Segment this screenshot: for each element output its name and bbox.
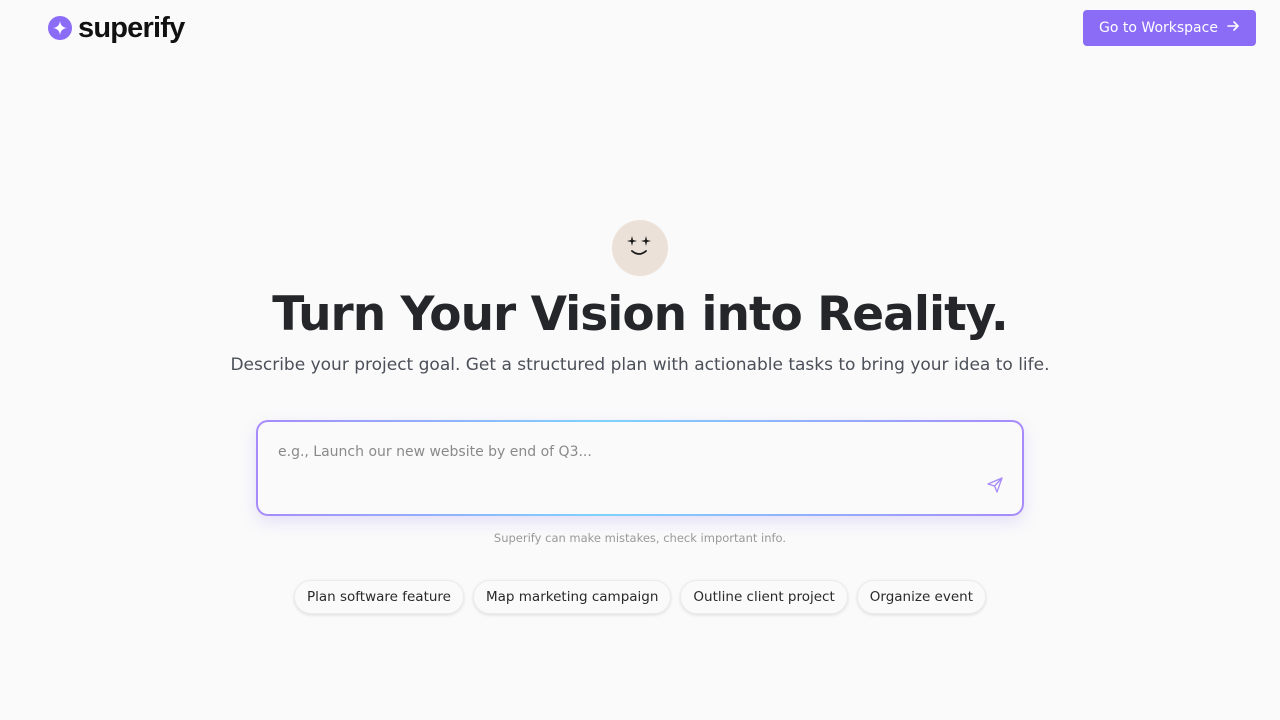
disclaimer-text: Superify can make mistakes, check import… (493, 531, 787, 545)
top-header: superify Go to Workspace (0, 0, 1280, 56)
project-goal-box-inner (258, 422, 1022, 514)
project-goal-box (256, 420, 1024, 516)
suggestion-chip-plan-software-feature[interactable]: Plan software feature (293, 580, 464, 614)
arrow-right-icon (1226, 19, 1240, 37)
hero-section: Turn Your Vision into Reality. Describe … (0, 220, 1280, 378)
send-icon[interactable] (984, 474, 1006, 496)
go-to-workspace-button[interactable]: Go to Workspace (1083, 10, 1256, 46)
hero-subtitle: Describe your project goal. Get a struct… (230, 355, 1050, 375)
logo-text: superify (78, 12, 185, 44)
suggestion-chips: Plan software feature Map marketing camp… (0, 580, 1280, 614)
hero-title: Turn Your Vision into Reality. (272, 287, 1009, 342)
suggestion-chip-map-marketing-campaign[interactable]: Map marketing campaign (473, 580, 672, 614)
project-goal-input[interactable] (278, 440, 968, 464)
smiling-face-sparkles-icon (612, 220, 668, 276)
suggestion-chip-outline-client-project[interactable]: Outline client project (680, 580, 848, 614)
superify-logo[interactable]: superify (48, 12, 185, 44)
sparkle-icon (48, 16, 72, 40)
workspace-button-label: Go to Workspace (1099, 20, 1218, 36)
suggestion-chip-organize-event[interactable]: Organize event (856, 580, 987, 614)
